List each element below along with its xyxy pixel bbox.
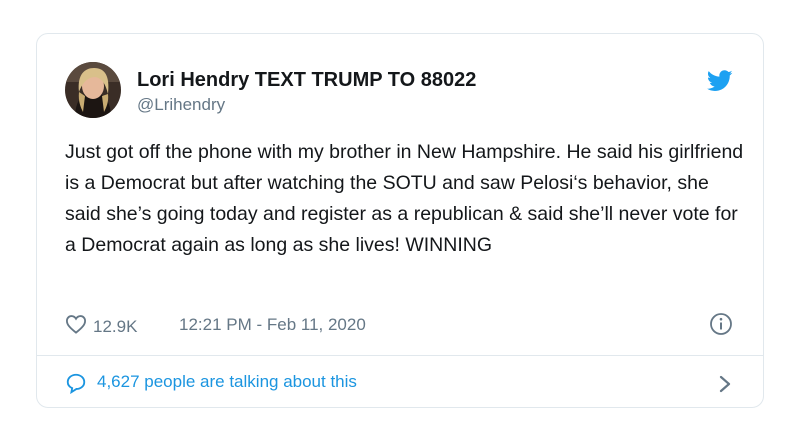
- tweet-text: Just got off the phone with my brother i…: [65, 141, 744, 256]
- heart-icon: [65, 314, 87, 339]
- like-button[interactable]: 12.9K: [65, 314, 137, 339]
- like-count: 12.9K: [93, 316, 138, 336]
- tweet-header: Lori Hendry TEXT TRUMP TO 88022 @Lrihend…: [65, 62, 735, 122]
- twitter-bird-icon[interactable]: [706, 70, 733, 92]
- author-display-name[interactable]: Lori Hendry TEXT TRUMP TO 88022: [137, 68, 476, 92]
- author-handle[interactable]: @Lrihendry: [137, 94, 476, 116]
- speech-bubble-icon: [66, 373, 86, 394]
- avatar-image: [65, 62, 121, 118]
- info-icon[interactable]: [709, 312, 733, 336]
- divider: [37, 355, 763, 356]
- talking-about-link[interactable]: 4,627 people are talking about this: [65, 368, 735, 398]
- tweet-meta: 12.9K 12:21 PM - Feb 11, 2020: [65, 312, 735, 339]
- tweet-card[interactable]: Lori Hendry TEXT TRUMP TO 88022 @Lrihend…: [36, 33, 764, 408]
- tweet-timestamp[interactable]: 12:21 PM - Feb 11, 2020: [179, 315, 366, 335]
- chevron-right-icon: [719, 375, 731, 393]
- author-names: Lori Hendry TEXT TRUMP TO 88022 @Lrihend…: [137, 68, 476, 116]
- avatar[interactable]: [65, 62, 121, 118]
- talking-about-text: 4,627 people are talking about this: [97, 372, 357, 391]
